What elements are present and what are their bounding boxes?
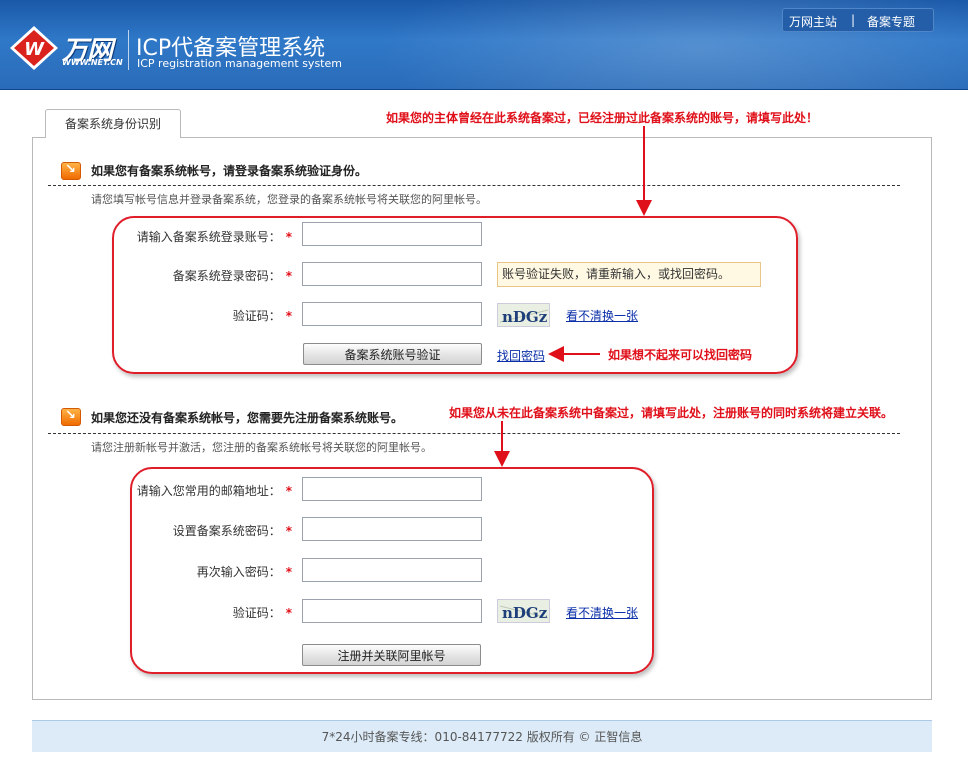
footer: 7*24小时备案专线：010-84177722 版权所有 © 正智信息 xyxy=(32,720,932,752)
tab-identity[interactable]: 备案系统身份识别 xyxy=(45,109,181,138)
